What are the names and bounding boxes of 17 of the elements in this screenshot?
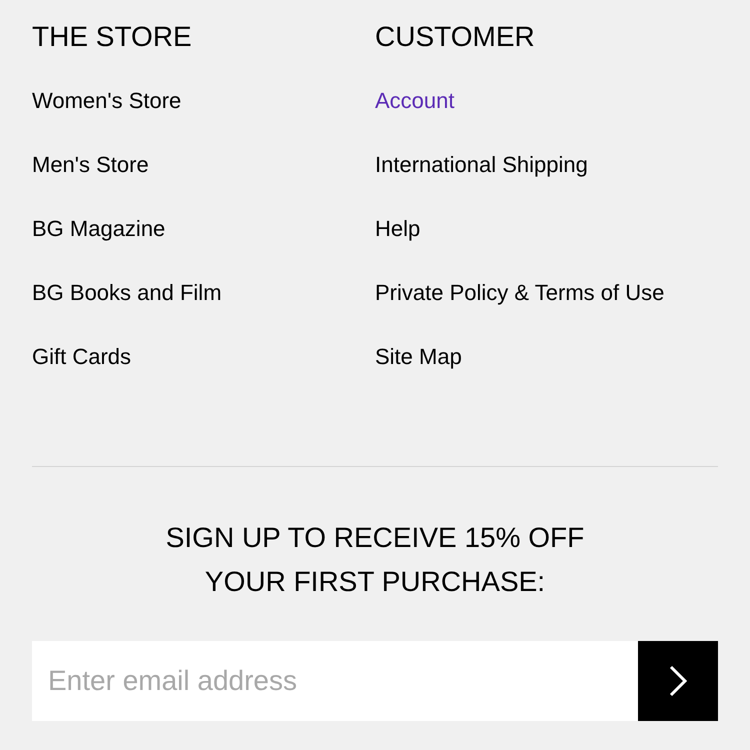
- footer-link[interactable]: Men's Store: [32, 150, 375, 180]
- footer-link[interactable]: Site Map: [375, 342, 718, 372]
- signup-heading: YOUR FIRST PURCHASE:: [204, 565, 546, 599]
- footer-link[interactable]: Private Policy & Terms of Use: [375, 278, 718, 308]
- footer-link[interactable]: BG Magazine: [32, 214, 375, 244]
- footer-link[interactable]: Help: [375, 214, 718, 244]
- footer-link[interactable]: Gift Cards: [32, 342, 375, 372]
- submit-button[interactable]: [638, 641, 718, 721]
- signup-heading: SIGN UP TO RECEIVE 15% OFF: [166, 521, 584, 555]
- column-heading: THE STORE: [32, 20, 193, 54]
- footer-link[interactable]: Women's Store: [32, 86, 375, 116]
- chevron-right-icon: [669, 665, 687, 697]
- column-heading: CUSTOMER: [375, 20, 536, 54]
- footer-link[interactable]: Account: [375, 86, 718, 116]
- email-field[interactable]: Enter email address: [32, 641, 638, 721]
- footer-link[interactable]: BG Books and Film: [32, 278, 375, 308]
- footer-link[interactable]: International Shipping: [375, 150, 718, 180]
